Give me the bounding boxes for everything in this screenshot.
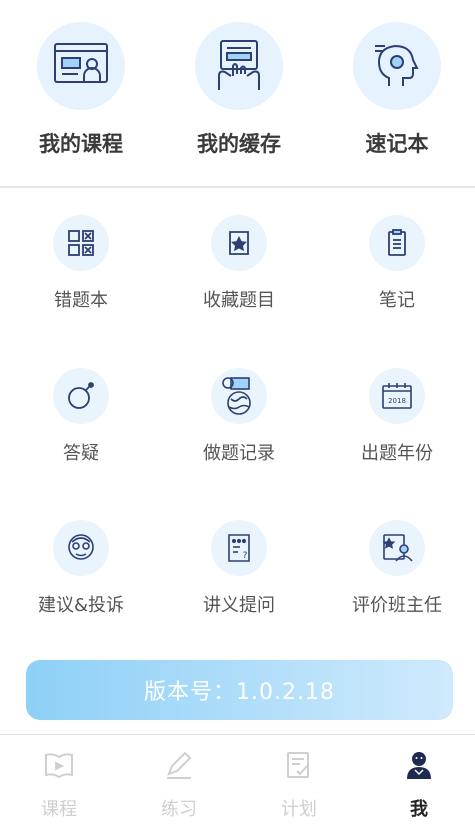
my-cache-button[interactable]: 我的缓存 xyxy=(160,22,318,158)
suggestion-complaint-button[interactable]: 建议&投诉 xyxy=(2,520,160,617)
suggestion-complaint-label: 建议&投诉 xyxy=(37,595,125,616)
tab-course[interactable]: 课程 xyxy=(0,745,118,821)
handout-question-label: 讲义提问 xyxy=(203,595,275,616)
version-text: 版本号：1.0.2.18 xyxy=(144,680,335,705)
qa-bomb-icon xyxy=(53,368,109,424)
handout-question-icon: ? xyxy=(211,520,267,576)
tab-plan[interactable]: 计划 xyxy=(240,745,358,821)
checklist-icon xyxy=(240,745,358,785)
favorite-questions-button[interactable]: 收藏题目 xyxy=(160,215,318,312)
book-play-icon xyxy=(0,745,118,785)
rate-teacher-button[interactable]: 评价班主任 xyxy=(318,520,475,617)
notes-button[interactable]: 笔记 xyxy=(318,215,475,312)
section-divider xyxy=(0,186,475,188)
wrong-questions-button[interactable]: 错题本 xyxy=(2,215,160,312)
practice-record-label: 做题记录 xyxy=(203,443,275,464)
rate-teacher-label: 评价班主任 xyxy=(352,595,442,616)
top-feature-row: 我的课程 我的缓存 速记本 xyxy=(0,0,475,186)
user-icon xyxy=(360,745,475,785)
cache-download-icon xyxy=(195,22,283,110)
my-cache-label: 我的缓存 xyxy=(197,132,281,156)
wrong-questions-icon xyxy=(53,215,109,271)
question-year-label: 出题年份 xyxy=(361,443,433,464)
handout-question-button[interactable]: ? 讲义提问 xyxy=(160,520,318,617)
favorite-questions-label: 收藏题目 xyxy=(203,290,275,311)
practice-record-icon xyxy=(211,368,267,424)
tab-practice-label: 练习 xyxy=(161,799,197,820)
bottom-tab-bar: 课程 练习 计划 我 xyxy=(0,734,475,832)
calendar-year-text: 2018 xyxy=(388,397,406,405)
notes-clipboard-icon xyxy=(369,215,425,271)
question-year-button[interactable]: 2018 出题年份 xyxy=(318,368,475,465)
notes-label: 笔记 xyxy=(379,290,415,311)
pencil-icon xyxy=(120,745,238,785)
qa-label: 答疑 xyxy=(63,443,99,464)
shorthand-notebook-button[interactable]: 速记本 xyxy=(318,22,475,158)
favorite-star-icon xyxy=(211,215,267,271)
svg-text:?: ? xyxy=(243,551,248,561)
shorthand-notebook-label: 速记本 xyxy=(365,132,429,156)
tab-me[interactable]: 我 xyxy=(360,745,475,821)
tab-plan-label: 计划 xyxy=(281,799,317,820)
rate-teacher-icon xyxy=(369,520,425,576)
memory-head-icon xyxy=(353,22,441,110)
tab-course-label: 课程 xyxy=(41,799,77,820)
my-courses-button[interactable]: 我的课程 xyxy=(2,22,160,158)
wrong-questions-label: 错题本 xyxy=(54,290,108,311)
tab-practice[interactable]: 练习 xyxy=(120,745,238,821)
practice-record-button[interactable]: 做题记录 xyxy=(160,368,318,465)
suggestion-face-icon xyxy=(53,520,109,576)
course-screen-icon xyxy=(37,22,125,110)
my-courses-label: 我的课程 xyxy=(39,132,123,156)
version-bar: 版本号：1.0.2.18 xyxy=(26,660,453,720)
calendar-year-icon: 2018 xyxy=(369,368,425,424)
tab-me-label: 我 xyxy=(410,799,428,820)
qa-button[interactable]: 答疑 xyxy=(2,368,160,465)
